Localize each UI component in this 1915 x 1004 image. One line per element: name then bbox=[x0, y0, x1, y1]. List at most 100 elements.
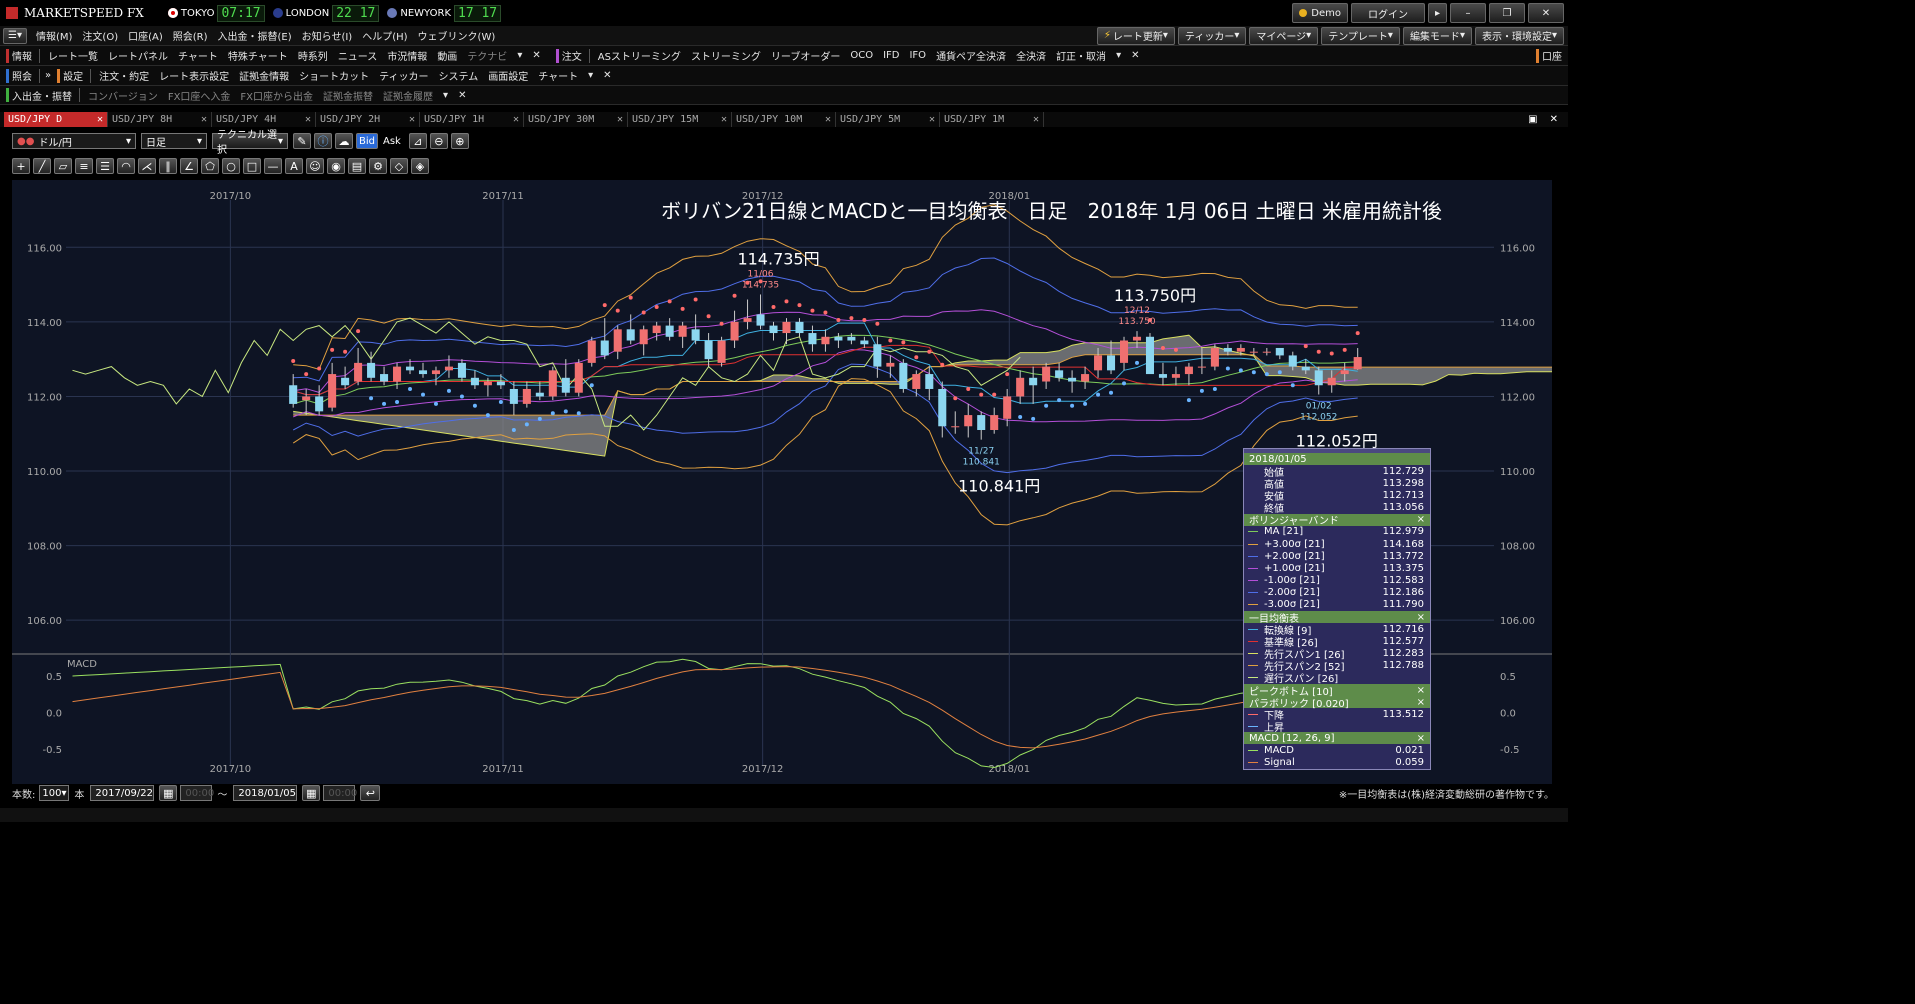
close-icon[interactable]: ✕ bbox=[305, 114, 311, 125]
circle-icon[interactable]: ○ bbox=[222, 158, 240, 174]
tool-video[interactable]: 動画 bbox=[432, 48, 462, 63]
tab-usdjpy-d[interactable]: USD/JPY D ✕ bbox=[4, 112, 108, 127]
close-icon[interactable]: ✕ bbox=[825, 114, 831, 125]
tool-margin-transfer[interactable]: 証拠金振替 bbox=[318, 88, 378, 103]
tool-conversion[interactable]: コンバージョン bbox=[83, 88, 163, 103]
tool-order-execution[interactable]: 注文・約定 bbox=[94, 68, 154, 83]
tool-ifd[interactable]: IFD bbox=[878, 50, 904, 61]
record-icon[interactable]: ◉ bbox=[327, 158, 345, 174]
vertical-lines-icon[interactable]: ∥ bbox=[159, 158, 177, 174]
ruler-icon[interactable]: ▱ bbox=[54, 158, 72, 174]
icon-stamp-icon[interactable]: ☺ bbox=[306, 158, 324, 174]
close-icon[interactable]: × bbox=[1417, 685, 1425, 696]
pentagon-icon[interactable]: ⬠ bbox=[201, 158, 219, 174]
menu-help[interactable]: ヘルプ(H) bbox=[357, 28, 412, 43]
tab-usdjpy-1m[interactable]: USD/JPY 1M ✕ bbox=[940, 112, 1044, 127]
tool-screen-settings[interactable]: 画面設定 bbox=[483, 68, 533, 83]
close-icon[interactable]: × bbox=[1417, 514, 1425, 525]
tool-pair-settle-all[interactable]: 通貨ペア全決済 bbox=[931, 48, 1011, 63]
close-icon[interactable]: ✕ bbox=[527, 50, 545, 61]
close-icon[interactable]: ✕ bbox=[721, 114, 727, 125]
tab-usdjpy-1h[interactable]: USD/JPY 1H ✕ bbox=[420, 112, 524, 127]
tool-rate-panel[interactable]: レートパネル bbox=[103, 48, 173, 63]
ticker-button[interactable]: ティッカー ▾ bbox=[1177, 26, 1247, 45]
parallel-lines-icon[interactable]: ≡ bbox=[75, 158, 93, 174]
dropdown-arrow-icon[interactable]: ▾ bbox=[1111, 50, 1126, 61]
login-arrow-icon[interactable]: ▸ bbox=[1427, 3, 1447, 23]
menu-info[interactable]: 情報(M) bbox=[31, 28, 77, 43]
tool-settle-all[interactable]: 全決済 bbox=[1011, 48, 1051, 63]
trendline-icon[interactable]: ╱ bbox=[33, 158, 51, 174]
horizontal-lines-icon[interactable]: ☰ bbox=[96, 158, 114, 174]
menu-notice[interactable]: お知らせ(I) bbox=[297, 28, 358, 43]
end-date-field[interactable]: 2018/01/05 bbox=[233, 785, 298, 801]
tab-usdjpy-15m[interactable]: USD/JPY 15M ✕ bbox=[628, 112, 732, 127]
text-icon[interactable]: A bbox=[285, 158, 303, 174]
pen-icon[interactable]: ✎ bbox=[293, 133, 311, 149]
mypage-button[interactable]: マイページ ▾ bbox=[1249, 26, 1319, 45]
rate-update-button[interactable]: ⚡ レート更新 ▾ bbox=[1096, 26, 1175, 45]
minimize-icon[interactable]: – bbox=[1450, 3, 1486, 23]
close-icon[interactable]: ✕ bbox=[1033, 114, 1039, 125]
tool-chart[interactable]: チャート bbox=[173, 48, 223, 63]
tab-usdjpy-4h[interactable]: USD/JPY 4H ✕ bbox=[212, 112, 316, 127]
tab-usdjpy-8h[interactable]: USD/JPY 8H ✕ bbox=[108, 112, 212, 127]
template-icon[interactable]: ▤ bbox=[348, 158, 366, 174]
tool-rate-list[interactable]: レート一覧 bbox=[43, 48, 103, 63]
close-icon[interactable]: ✕ bbox=[1126, 50, 1144, 61]
fibonacci-arc-icon[interactable]: ◠ bbox=[117, 158, 135, 174]
tool-timeseries[interactable]: 時系列 bbox=[293, 48, 333, 63]
tool-withdraw-fx[interactable]: FX口座から出金 bbox=[235, 88, 318, 103]
dropdown-arrow-icon[interactable]: ▾ bbox=[512, 50, 527, 61]
close-icon[interactable]: ✕ bbox=[201, 114, 207, 125]
tool-system[interactable]: システム bbox=[434, 68, 484, 83]
chart-type-icon[interactable]: ☁ bbox=[335, 133, 353, 149]
currency-pair-select[interactable]: ●● ドル/円 ▾ bbox=[12, 133, 136, 149]
close-icon[interactable]: ✕ bbox=[1528, 3, 1564, 23]
rectangle-icon[interactable]: □ bbox=[243, 158, 261, 174]
tool-market-info[interactable]: 市況情報 bbox=[382, 48, 432, 63]
tool-as-streaming[interactable]: ASストリーミング bbox=[593, 48, 686, 63]
menu-deposit[interactable]: 入出金・振替(E) bbox=[213, 28, 297, 43]
tab-usdjpy-5m[interactable]: USD/JPY 5M ✕ bbox=[836, 112, 940, 127]
close-icon[interactable]: ✕ bbox=[409, 114, 415, 125]
tool-rate-display[interactable]: レート表示設定 bbox=[154, 68, 234, 83]
dropdown-arrow-icon[interactable]: ▾ bbox=[438, 90, 453, 101]
zoom-out-icon[interactable]: ⊖ bbox=[429, 133, 448, 149]
count-select[interactable]: 100 ▾ bbox=[39, 785, 70, 801]
display-settings-button[interactable]: 表示・環境設定 ▾ bbox=[1474, 26, 1564, 45]
menu-inquiry[interactable]: 照会(R) bbox=[168, 28, 213, 43]
login-button[interactable]: ログイン bbox=[1350, 3, 1425, 23]
tool-margin-info[interactable]: 証拠金情報 bbox=[234, 68, 294, 83]
zoom-in-icon[interactable]: ⊕ bbox=[450, 133, 469, 149]
close-icon[interactable]: × bbox=[1417, 697, 1425, 708]
tool-oco[interactable]: OCO bbox=[845, 50, 878, 61]
dropdown-arrow-icon[interactable]: ▾ bbox=[583, 70, 598, 81]
close-icon[interactable]: ✕ bbox=[97, 114, 103, 125]
tab-usdjpy-10m[interactable]: USD/JPY 10M ✕ bbox=[732, 112, 836, 127]
tool-news[interactable]: ニュース bbox=[333, 48, 383, 63]
reload-icon[interactable]: ↩ bbox=[360, 785, 381, 801]
angle-icon[interactable]: ∠ bbox=[180, 158, 198, 174]
restore-icon[interactable]: ❐ bbox=[1489, 3, 1525, 23]
info-icon[interactable]: ⓘ bbox=[314, 133, 332, 149]
erase-all-icon[interactable]: ◈ bbox=[411, 158, 429, 174]
calendar-icon[interactable]: ▦ bbox=[302, 785, 321, 801]
tool-chart-settings[interactable]: チャート bbox=[533, 68, 583, 83]
toolbar-account-label[interactable]: 口座 bbox=[1542, 48, 1568, 63]
tab-usdjpy-30m[interactable]: USD/JPY 30M ✕ bbox=[524, 112, 628, 127]
tool-shortcut[interactable]: ショートカット bbox=[294, 68, 374, 83]
close-icon[interactable]: ✕ bbox=[598, 70, 616, 81]
template-button[interactable]: テンプレート ▾ bbox=[1321, 26, 1400, 45]
tool-ticker[interactable]: ティッカー bbox=[374, 68, 433, 83]
hamburger-menu-icon[interactable]: ☰▾ bbox=[3, 27, 27, 44]
menu-order[interactable]: 注文(O) bbox=[77, 28, 123, 43]
tool-ifo[interactable]: IFO bbox=[904, 50, 931, 61]
tool-deposit-fx[interactable]: FX口座へ入金 bbox=[163, 88, 236, 103]
tab-usdjpy-2h[interactable]: USD/JPY 2H ✕ bbox=[316, 112, 420, 127]
close-icon[interactable]: ✕ bbox=[453, 90, 471, 101]
edit-mode-button[interactable]: 編集モード ▾ bbox=[1402, 26, 1472, 45]
ask-toggle[interactable]: Ask bbox=[383, 136, 401, 147]
crosshair-icon[interactable]: + bbox=[12, 158, 30, 174]
indicator-icon[interactable]: ⊿ bbox=[408, 133, 427, 149]
